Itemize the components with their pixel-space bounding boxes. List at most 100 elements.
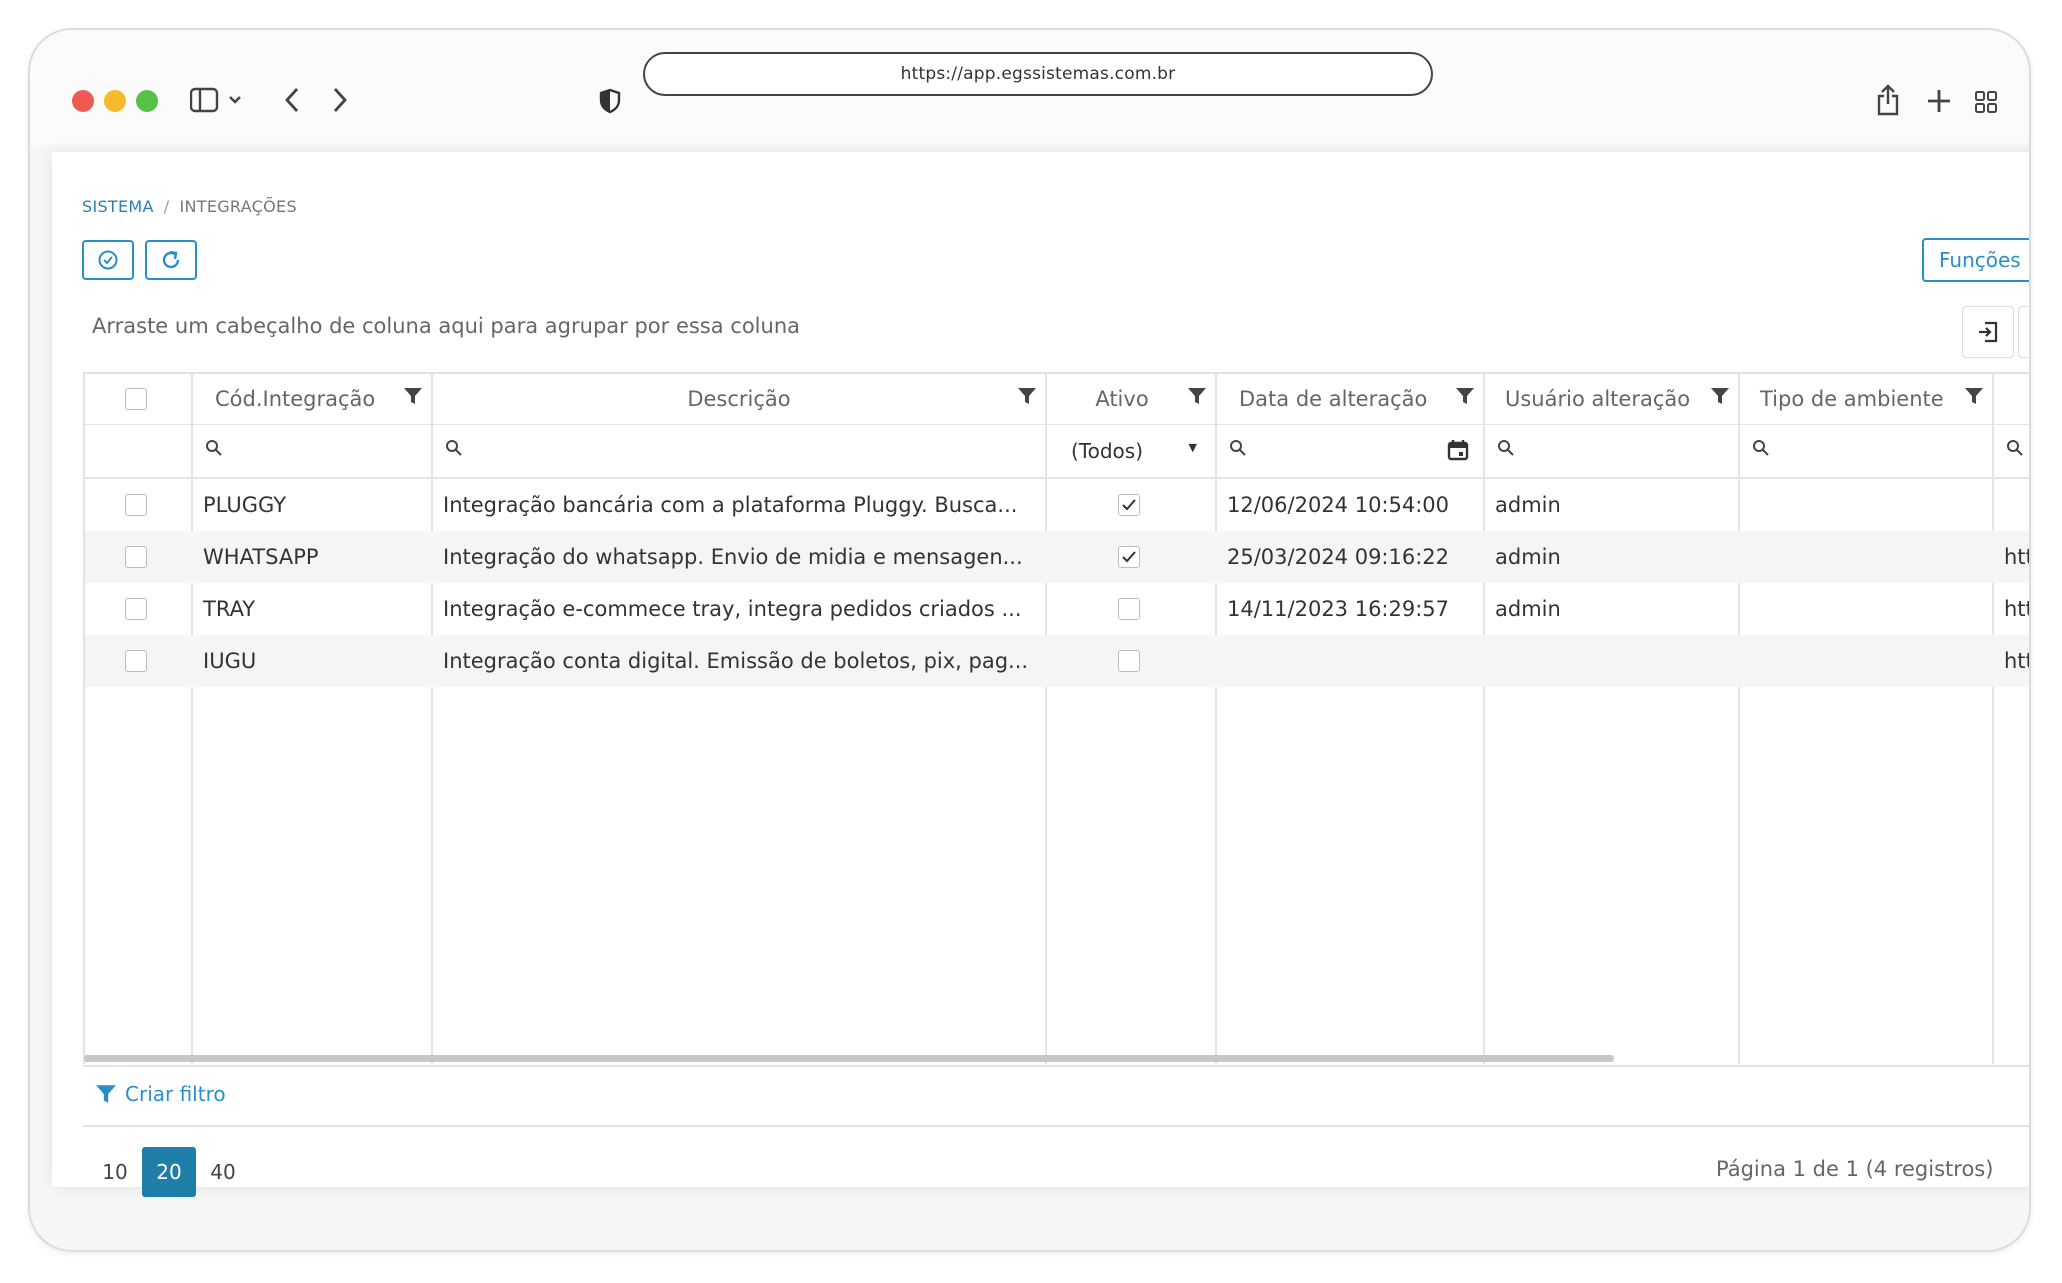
check-icon bbox=[1122, 499, 1136, 511]
ativo-checkbox-checked bbox=[1118, 494, 1140, 516]
column-chooser-button[interactable] bbox=[2018, 306, 2029, 358]
new-tab-plus-icon[interactable] bbox=[1926, 88, 1952, 114]
grid-header-row: Cód.Integração Descrição Ativo Data de a… bbox=[85, 374, 2029, 425]
header-codigo[interactable]: Cód.Integração bbox=[193, 374, 431, 424]
cell-extra bbox=[1994, 479, 2029, 531]
page-size-40[interactable]: 40 bbox=[200, 1147, 246, 1197]
filter-descricao-input[interactable] bbox=[433, 425, 1045, 477]
confirm-button[interactable] bbox=[82, 240, 134, 280]
header-data-label: Data de alteração bbox=[1239, 387, 1428, 411]
filter-usuario-input[interactable] bbox=[1485, 425, 1738, 477]
funcoes-label: Funções bbox=[1939, 248, 2021, 272]
cell-descricao: Integração e-commece tray, integra pedid… bbox=[443, 597, 1022, 621]
filter-ativo-select[interactable]: (Todos) ▼ bbox=[1047, 425, 1215, 477]
header-usuario-label: Usuário alteração bbox=[1505, 387, 1691, 411]
cell-usuario: admin bbox=[1495, 545, 1561, 569]
cell-codigo: PLUGGY bbox=[203, 493, 287, 517]
filter-builder-bar: Criar filtro bbox=[83, 1065, 2029, 1127]
check-icon bbox=[1122, 551, 1136, 563]
criar-filtro-label: Criar filtro bbox=[125, 1082, 226, 1106]
refresh-icon bbox=[162, 250, 180, 269]
filter-funnel-icon[interactable] bbox=[1017, 386, 1037, 406]
pagination-info: Página 1 de 1 (4 registros) bbox=[1716, 1157, 1994, 1181]
filter-tipo-input[interactable] bbox=[1740, 425, 1992, 477]
row-checkbox[interactable] bbox=[125, 494, 147, 516]
filter-ativo-value: (Todos) bbox=[1071, 439, 1144, 463]
select-all-checkbox[interactable] bbox=[125, 388, 147, 410]
address-bar[interactable]: https://app.egssistemas.com.br bbox=[643, 52, 1433, 96]
search-icon bbox=[2007, 440, 2023, 456]
filter-data-input[interactable] bbox=[1217, 425, 1483, 477]
breadcrumb-sistema[interactable]: SISTEMA bbox=[82, 197, 154, 216]
page-size-20[interactable]: 20 bbox=[142, 1147, 196, 1197]
url-text: https://app.egssistemas.com.br bbox=[900, 64, 1176, 84]
cell-usuario: admin bbox=[1495, 597, 1561, 621]
select-all-cell bbox=[125, 374, 155, 424]
table-row[interactable]: TRAY Integração e-commece tray, integra … bbox=[85, 583, 2031, 635]
refresh-button[interactable] bbox=[145, 240, 197, 280]
cell-ativo bbox=[1047, 531, 1215, 583]
filter-funnel-icon[interactable] bbox=[403, 386, 423, 406]
filter-funnel-icon[interactable] bbox=[1187, 386, 1207, 406]
share-icon[interactable] bbox=[1876, 84, 1900, 116]
back-arrow-icon[interactable] bbox=[284, 86, 300, 114]
filter-funnel-icon[interactable] bbox=[1455, 386, 1475, 406]
header-ativo-label: Ativo bbox=[1095, 387, 1149, 411]
horizontal-scrollbar[interactable] bbox=[84, 1055, 1614, 1062]
ativo-checkbox-unchecked bbox=[1118, 650, 1140, 672]
row-checkbox[interactable] bbox=[125, 598, 147, 620]
export-icon bbox=[1979, 321, 1998, 343]
filter-funnel-icon bbox=[96, 1085, 116, 1103]
maximize-window-button[interactable] bbox=[136, 90, 158, 112]
cell-codigo: WHATSAPP bbox=[203, 545, 319, 569]
criar-filtro-link[interactable]: Criar filtro bbox=[95, 1082, 226, 1106]
header-usuario-alteracao[interactable]: Usuário alteração bbox=[1485, 374, 1738, 424]
cell-data bbox=[1217, 635, 1483, 687]
page-1-button[interactable]: 1 bbox=[2029, 1147, 2031, 1197]
table-row[interactable]: WHATSAPP Integração do whatsapp. Envio d… bbox=[85, 531, 2029, 583]
page-size-10[interactable]: 10 bbox=[92, 1147, 138, 1197]
close-window-button[interactable] bbox=[72, 90, 94, 112]
cell-descricao: Integração bancária com a plataforma Plu… bbox=[443, 493, 1018, 517]
cell-data: 12/06/2024 10:54:00 bbox=[1227, 493, 1450, 517]
filter-codigo-input[interactable] bbox=[193, 425, 431, 477]
cell-data: 25/03/2024 09:16:22 bbox=[1227, 545, 1450, 569]
header-tipo-ambiente[interactable]: Tipo de ambiente bbox=[1740, 374, 1992, 424]
forward-arrow-icon[interactable] bbox=[332, 86, 348, 114]
cell-codigo: TRAY bbox=[203, 597, 256, 621]
shield-icon[interactable] bbox=[598, 88, 622, 114]
breadcrumb: SISTEMA / INTEGRAÇÕES bbox=[82, 197, 297, 216]
calendar-icon[interactable] bbox=[1447, 439, 1469, 461]
cell-ativo bbox=[1047, 635, 1215, 687]
row-select-cell bbox=[125, 583, 155, 635]
funcoes-dropdown-button[interactable]: Funções ▼ bbox=[1922, 238, 2029, 282]
header-descricao-label: Descrição bbox=[687, 387, 791, 411]
row-select-cell bbox=[125, 531, 155, 583]
integrations-grid: Cód.Integração Descrição Ativo Data de a… bbox=[83, 372, 2031, 1064]
header-ativo[interactable]: Ativo bbox=[1047, 374, 1215, 424]
table-row[interactable]: IUGU Integração conta digital. Emissão d… bbox=[85, 635, 2031, 687]
minimize-window-button[interactable] bbox=[104, 90, 126, 112]
ativo-checkbox-checked bbox=[1118, 546, 1140, 568]
export-button[interactable] bbox=[1962, 306, 2014, 358]
browser-window: https://app.egssistemas.com.br SISTEMA / I… bbox=[28, 28, 2031, 1252]
search-icon bbox=[206, 440, 222, 456]
sidebar-toggle-icon[interactable] bbox=[190, 87, 244, 113]
search-icon bbox=[1498, 440, 1514, 456]
table-row[interactable]: PLUGGY Integração bancária com a platafo… bbox=[85, 479, 2029, 531]
header-descricao[interactable]: Descrição bbox=[433, 374, 1045, 424]
cell-extra: htt bbox=[2004, 649, 2031, 673]
header-data-alteracao[interactable]: Data de alteração bbox=[1217, 374, 1483, 424]
filter-funnel-icon[interactable] bbox=[1710, 386, 1730, 406]
tab-overview-icon[interactable] bbox=[1974, 90, 1998, 114]
row-select-cell bbox=[125, 635, 155, 687]
header-tipo-label: Tipo de ambiente bbox=[1760, 387, 1944, 411]
row-checkbox[interactable] bbox=[125, 650, 147, 672]
filter-extra-input[interactable] bbox=[1994, 425, 2029, 477]
row-checkbox[interactable] bbox=[125, 546, 147, 568]
grid-filter-row: (Todos) ▼ bbox=[85, 425, 2029, 479]
filter-funnel-icon[interactable] bbox=[1964, 386, 1984, 406]
cell-descricao: Integração conta digital. Emissão de bol… bbox=[443, 649, 1029, 673]
cell-extra: htt bbox=[2004, 597, 2031, 621]
cell-usuario bbox=[1485, 635, 1738, 687]
